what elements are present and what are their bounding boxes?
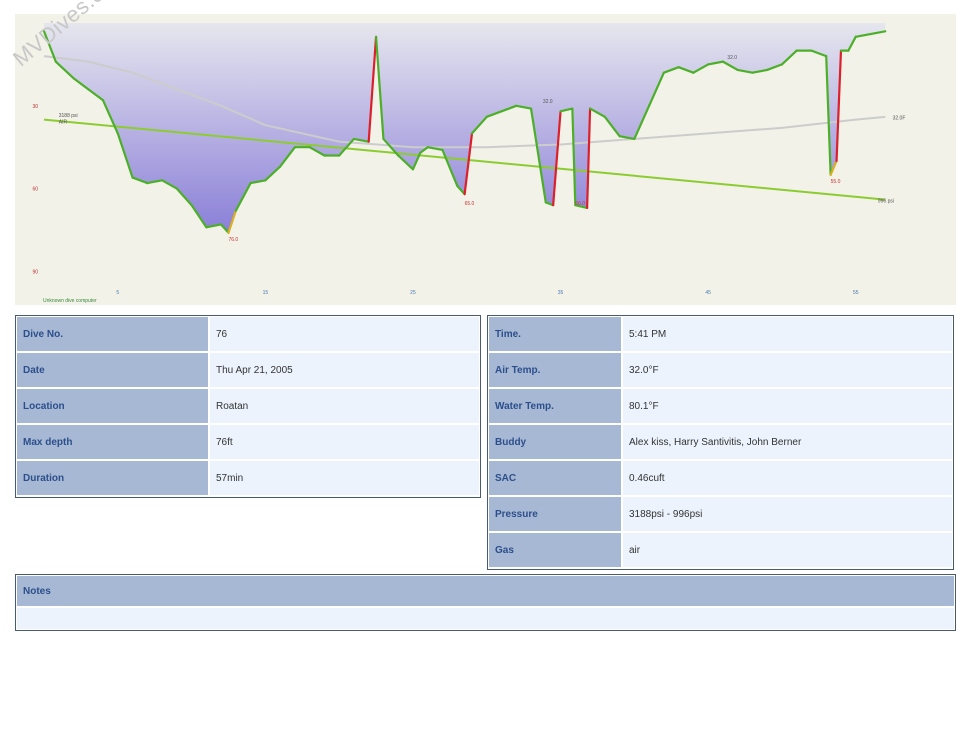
dive-info-value: Roatan — [210, 389, 479, 423]
dive-details-table: Time. 5:41 PM Air Temp. 32.0°F Water Temp. 80… — [487, 315, 954, 570]
chart-label: AIR — [59, 120, 68, 126]
chart-label: 32.0 — [543, 99, 553, 105]
dive-info-table: Dive No. 76 Date Thu Apr 21, 2005 Location Ro… — [15, 315, 481, 498]
dive-info-row: Max depth 76ft — [17, 425, 479, 459]
notes-label: Notes — [17, 576, 954, 606]
dive-info-label: Dive No. — [17, 317, 208, 351]
dive-info-row: Dive No. 76 — [17, 317, 479, 351]
x-tick-label: 15 — [263, 290, 269, 296]
dive-detail-value: 32.0°F — [623, 353, 952, 387]
dive-detail-value: air — [623, 533, 952, 567]
dive-detail-row: Gas air — [489, 533, 952, 567]
dive-detail-row: SAC 0.46cuft — [489, 461, 952, 495]
chart-label: 65.0 — [465, 201, 475, 207]
dive-detail-value: 0.46cuft — [623, 461, 952, 495]
dive-detail-row: Air Temp. 32.0°F — [489, 353, 952, 387]
y-tick-label: 90 — [32, 269, 38, 275]
dive-detail-value: 3188psi - 996psi — [623, 497, 952, 531]
dive-detail-row: Time. 5:41 PM — [489, 317, 952, 351]
dive-detail-label: Buddy — [489, 425, 621, 459]
dive-info-label: Date — [17, 353, 208, 387]
dive-info-row: Duration 57min — [17, 461, 479, 495]
dive-info-row: Location Roatan — [17, 389, 479, 423]
dive-detail-value: 80.1°F — [623, 389, 952, 423]
dive-info-value: 76 — [210, 317, 479, 351]
dive-info-value: Thu Apr 21, 2005 — [210, 353, 479, 387]
y-tick-label: 60 — [32, 187, 38, 193]
dive-info-row: Date Thu Apr 21, 2005 — [17, 353, 479, 387]
dive-info-label: Location — [17, 389, 208, 423]
dive-detail-label: Gas — [489, 533, 621, 567]
x-tick-label: 55 — [853, 290, 859, 296]
dive-detail-label: Air Temp. — [489, 353, 621, 387]
chart-label: 32.0F — [893, 116, 906, 122]
notes-table: Notes — [15, 574, 956, 631]
chart-label: 996 psi — [878, 198, 894, 204]
x-tick-label: 25 — [410, 290, 416, 296]
x-tick-label: 5 — [116, 290, 119, 296]
dive-detail-row: Water Temp. 80.1°F — [489, 389, 952, 423]
dive-info-value: 57min — [210, 461, 479, 495]
dive-detail-label: Pressure — [489, 497, 621, 531]
x-tick-label: 35 — [558, 290, 564, 296]
chart-label: 76.0 — [228, 237, 238, 243]
dive-detail-row: Pressure 3188psi - 996psi — [489, 497, 952, 531]
dive-info-label: Duration — [17, 461, 208, 495]
dive-info-label: Max depth — [17, 425, 208, 459]
dive-detail-value: Alex kiss, Harry Santivitis, John Berner — [623, 425, 952, 459]
dive-detail-row: Buddy Alex kiss, Harry Santivitis, John B… — [489, 425, 952, 459]
chart-label: 66.0 — [575, 201, 585, 207]
dive-detail-label: Water Temp. — [489, 389, 621, 423]
x-tick-label: 45 — [705, 290, 711, 296]
dive-info-value: 76ft — [210, 425, 479, 459]
y-tick-label: 30 — [32, 104, 38, 110]
dive-detail-label: Time. — [489, 317, 621, 351]
dive-detail-value: 5:41 PM — [623, 317, 952, 351]
notes-value — [17, 608, 954, 629]
chart-label: 32.0 — [727, 55, 737, 61]
dive-detail-label: SAC — [489, 461, 621, 495]
chart-label: 55.0 — [831, 179, 841, 185]
dive-profile-chart: 30 60 90 5 15 25 35 45 55 3188 psiAIR 76.0 65.0 66… — [15, 14, 956, 305]
chart-label: 3188 psi — [59, 113, 78, 119]
dive-computer-label: Unknown dive computer — [43, 298, 97, 304]
